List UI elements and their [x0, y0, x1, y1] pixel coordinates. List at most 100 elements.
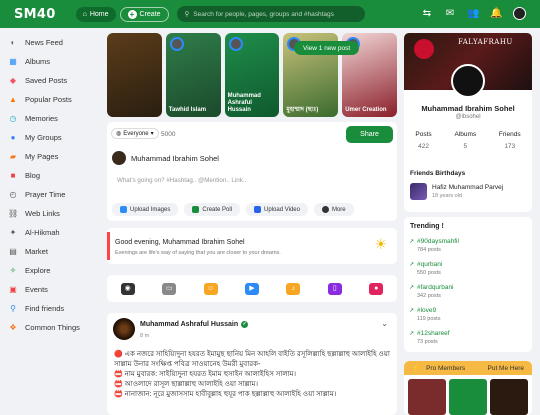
trending-title: Trending ! — [410, 223, 444, 230]
home-button[interactable]: ⌂ Home — [75, 6, 116, 22]
sidebar-item-prayer-time[interactable]: ◴ Prayer Time — [6, 185, 102, 204]
poll-icon — [192, 206, 200, 213]
create-poll-button[interactable]: Create Poll — [184, 203, 241, 216]
post-textarea[interactable]: What's going on? #Hashtag.. @Mention.. L… — [117, 177, 246, 184]
sidebar-item-label: Prayer Time — [25, 190, 66, 199]
site-logo[interactable]: SM40 — [14, 7, 56, 22]
sidebar-item-events[interactable]: ▣ Events — [6, 280, 102, 299]
stat-posts[interactable]: Posts 422 — [415, 131, 431, 150]
sidebar-item-memories[interactable]: ◷ Memories — [6, 109, 102, 128]
create-button[interactable]: + Create — [119, 6, 169, 22]
globe-icon: ◍ — [116, 131, 122, 137]
search-icon: ⚲ — [184, 11, 190, 18]
profile-name[interactable]: Muhammad Ibrahim Sohel — [404, 104, 532, 113]
trend-item[interactable]: ↗ #love9 119 posts — [409, 307, 440, 322]
stat-albums[interactable]: Albums 5 — [454, 131, 476, 150]
camera-icon[interactable]: ◉ — [120, 282, 135, 295]
pro-member-avatar[interactable] — [408, 379, 446, 415]
sidebar-item-label: Al-Hikmah — [25, 228, 60, 237]
trend-tag: #90daysmahfil — [417, 238, 459, 245]
chevron-down-icon[interactable]: ⌄ — [381, 319, 388, 328]
post-author-avatar[interactable] — [113, 318, 135, 340]
stat-label: Posts — [415, 131, 432, 138]
music-icon[interactable]: ♪ — [286, 282, 301, 295]
story-avatar — [169, 37, 184, 51]
upload-images-button[interactable]: Upload Images — [112, 203, 179, 216]
sidebar-item-common-things[interactable]: ❖ Common Things — [6, 318, 102, 337]
trend-item[interactable]: ↗ #fardqurbani 342 posts — [409, 284, 454, 299]
sidebar-item-popular-posts[interactable]: ▲ Popular Posts — [6, 90, 102, 109]
home-label: Home — [89, 10, 109, 18]
story-label: Tawhid Islam — [168, 107, 207, 113]
friend-requests-icon[interactable]: 👥 — [467, 8, 479, 20]
sidebar-item-market[interactable]: ▤ Market — [6, 242, 102, 261]
stat-value: 173 — [504, 143, 516, 150]
story-card[interactable] — [107, 33, 162, 117]
composer-user-name: Muhammad Ibrahim Sohel — [131, 153, 219, 163]
sidebar-item-find-friends[interactable]: ⚲ Find friends — [6, 299, 102, 318]
cover-title: FALYAFRAHU — [458, 38, 513, 46]
sidebar-item-label: News Feed — [25, 38, 63, 47]
sidebar-item-my-pages[interactable]: ▰ My Pages — [6, 147, 102, 166]
birthdays-title: Friends Birthdays — [410, 170, 466, 177]
sidebar-item-news-feed[interactable]: ◐ News Feed — [6, 33, 102, 52]
sidebar-item-label: My Pages — [25, 152, 59, 161]
trend-icon: ↗ — [409, 308, 415, 314]
sidebar-item-web-links[interactable]: ⛓ Web Links — [6, 204, 102, 223]
trend-item[interactable]: ↗ #90daysmahfil 784 posts — [409, 238, 459, 253]
sidebar-item-label: Memories — [25, 114, 58, 123]
stat-friends[interactable]: Friends 173 — [499, 131, 521, 150]
char-count: 5000 — [161, 131, 176, 138]
birthday-item[interactable]: Hafiz Muhammad Parvej 18 years old — [410, 183, 503, 200]
put-me-here-link[interactable]: Put Me Here — [488, 365, 525, 372]
pro-member-avatar[interactable] — [449, 379, 487, 415]
profile-stats: Posts 422 Albums 5 Friends 173 — [404, 131, 532, 150]
al-hikmah-icon: ✦ — [9, 227, 17, 237]
profile-card: FALYAFRAHU Muhammad Ibrahim Sohel @ibsoh… — [404, 33, 532, 212]
market-icon: ▤ — [9, 246, 17, 256]
pro-member-avatar[interactable] — [490, 379, 528, 415]
sidebar-item-explore[interactable]: ✧ Explore — [6, 261, 102, 280]
sidebar-item-label: Common Things — [25, 323, 80, 332]
record-icon[interactable]: ● — [369, 282, 384, 295]
trend-item[interactable]: ↗ #12shareef 73 posts — [409, 330, 450, 345]
pro-members-title: Pro Members — [426, 364, 466, 372]
top-bar: SM40 ⌂ Home + Create ⚲ Search for people… — [0, 0, 540, 28]
sidebar-item-label: Albums — [25, 57, 51, 66]
verified-icon: ✓ — [241, 321, 249, 328]
translate-icon[interactable]: ⇆ — [421, 8, 433, 20]
chevron-down-icon: ▾ — [150, 131, 154, 137]
post-author[interactable]: Muhammad Ashraful Hussain ✓ — [140, 321, 249, 328]
privacy-select[interactable]: ◍ Everyone ▾ — [111, 128, 159, 139]
sidebar-item-label: Web Links — [25, 209, 60, 218]
user-avatar[interactable] — [513, 7, 526, 20]
sidebar-item-label: Events — [25, 285, 48, 294]
sidebar-item-blog[interactable]: ■ Blog — [6, 166, 102, 185]
sidebar-item-albums[interactable]: ▦ Albums — [6, 52, 102, 71]
post-text: 🔴 এক নজরে সাহিয়্যিদুনা হযরত ইমামুছ ছানি… — [114, 350, 390, 400]
gif-icon[interactable]: ▭ — [162, 282, 177, 295]
more-button[interactable]: More — [313, 203, 354, 216]
post-line: 📛 আওলাদে রাসূল ছাল্লাল্লাহু আলাইহি ওয়া … — [114, 381, 259, 388]
stat-label: Friends — [498, 131, 521, 138]
story-card[interactable]: Muhammad Ashraful Hussain — [224, 33, 280, 117]
new-post-banner[interactable]: View 1 new post — [294, 41, 360, 55]
trend-item[interactable]: ↗ #qurbani 550 posts — [409, 261, 442, 276]
profile-avatar[interactable] — [451, 64, 485, 98]
greeting-subtitle: Evenings are life's way of saying that y… — [115, 250, 281, 256]
story-label: Umer Creation — [345, 107, 387, 113]
video-icon[interactable]: ▶ — [244, 282, 259, 295]
sidebar-item-my-groups[interactable]: ● My Groups — [6, 128, 102, 147]
search-input[interactable]: ⚲ Search for people, pages, groups and #… — [176, 6, 365, 22]
messages-icon[interactable]: ✉ — [444, 8, 456, 20]
upload-video-button[interactable]: Upload Video — [246, 203, 308, 216]
rose-icon — [414, 39, 434, 59]
sidebar-item-saved-posts[interactable]: ◆ Saved Posts — [6, 71, 102, 90]
smile-icon[interactable]: ☺ — [203, 282, 218, 295]
sidebar-item-al-hikmah[interactable]: ✦ Al-Hikmah — [6, 223, 102, 242]
notifications-icon[interactable]: 🔔 — [490, 8, 502, 20]
share-button[interactable]: Share — [346, 126, 393, 143]
story-avatar — [228, 37, 243, 51]
story-card[interactable]: Tawhid Islam — [165, 33, 221, 117]
file-icon[interactable]: ▯ — [327, 282, 342, 295]
